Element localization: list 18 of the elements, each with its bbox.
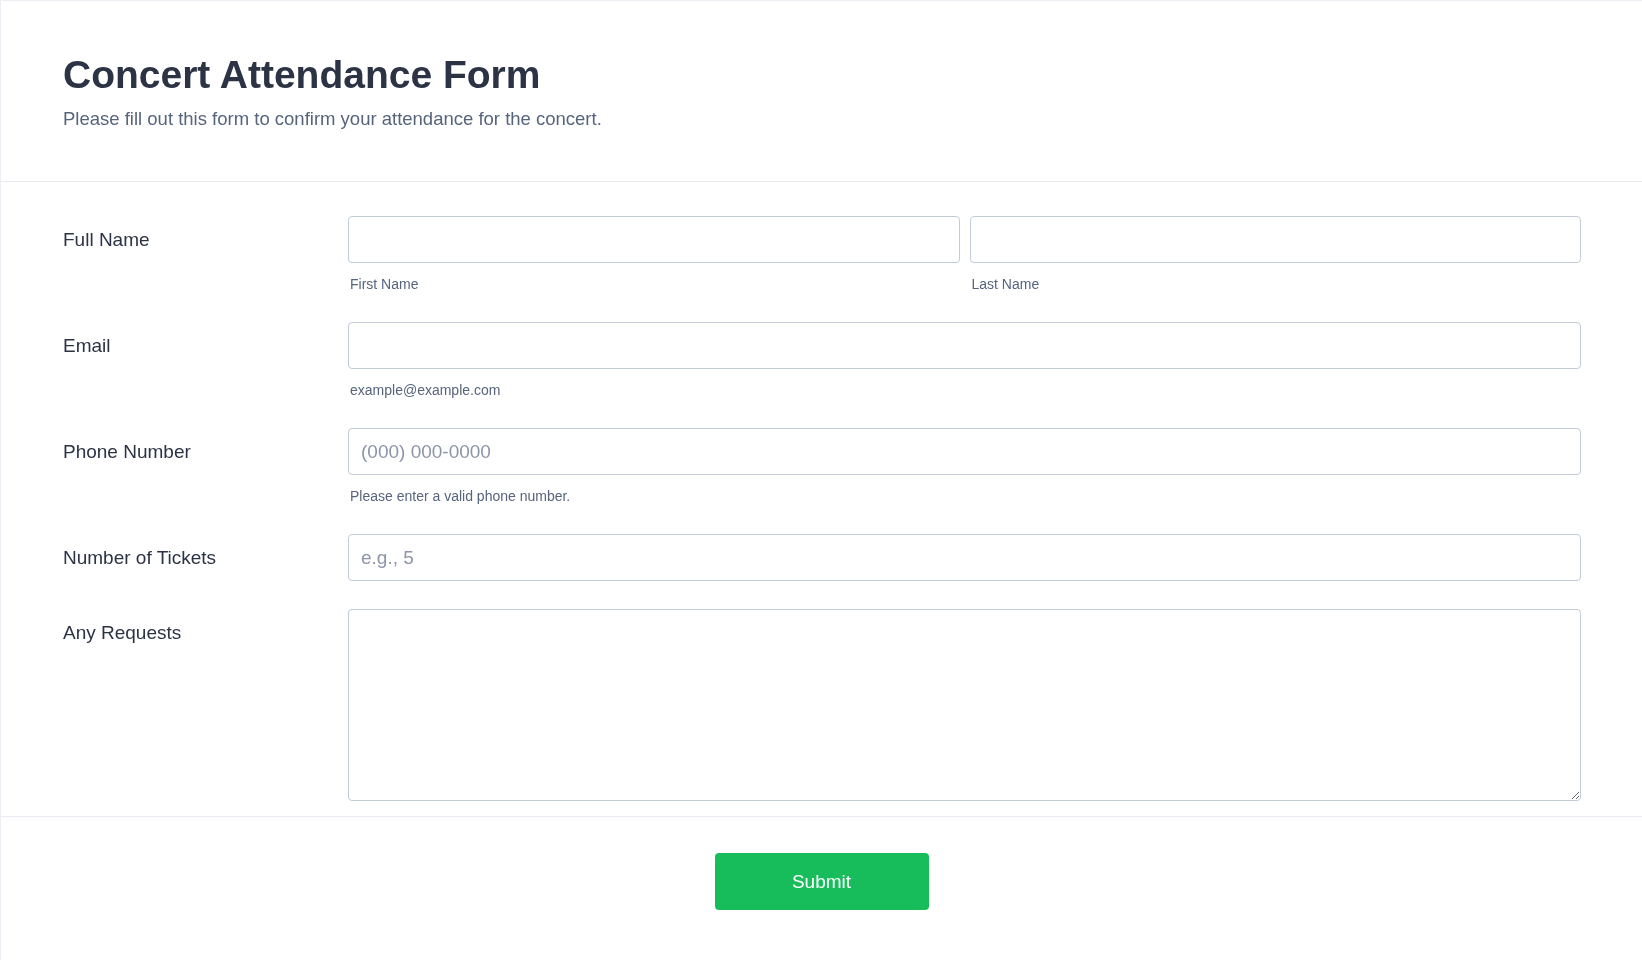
field-label: Email bbox=[63, 334, 112, 357]
form-title: Concert Attendance Form bbox=[63, 52, 542, 98]
field-hint: Please enter a valid phone number. bbox=[349, 487, 572, 506]
field-label: Number of Tickets bbox=[63, 546, 218, 569]
submit-button[interactable]: Submit bbox=[714, 853, 929, 910]
form-subtitle: Please fill out this form to confirm your attendance for the concert. bbox=[63, 107, 603, 131]
text-input[interactable] bbox=[348, 216, 960, 263]
field-label: Phone Number bbox=[63, 440, 192, 463]
field-hint: Last Name bbox=[970, 275, 1041, 294]
field-label: Full Name bbox=[63, 228, 151, 251]
field-hint: example@example.com bbox=[349, 381, 502, 400]
field-hint: First Name bbox=[349, 275, 420, 294]
text-input[interactable]: e.g., 5 bbox=[348, 534, 1581, 581]
text-input[interactable]: (000) 000-0000 bbox=[348, 428, 1581, 475]
textarea-field[interactable] bbox=[348, 609, 1581, 801]
field-label: Any Requests bbox=[63, 621, 183, 644]
text-input[interactable] bbox=[969, 216, 1581, 263]
text-input[interactable] bbox=[348, 322, 1581, 369]
